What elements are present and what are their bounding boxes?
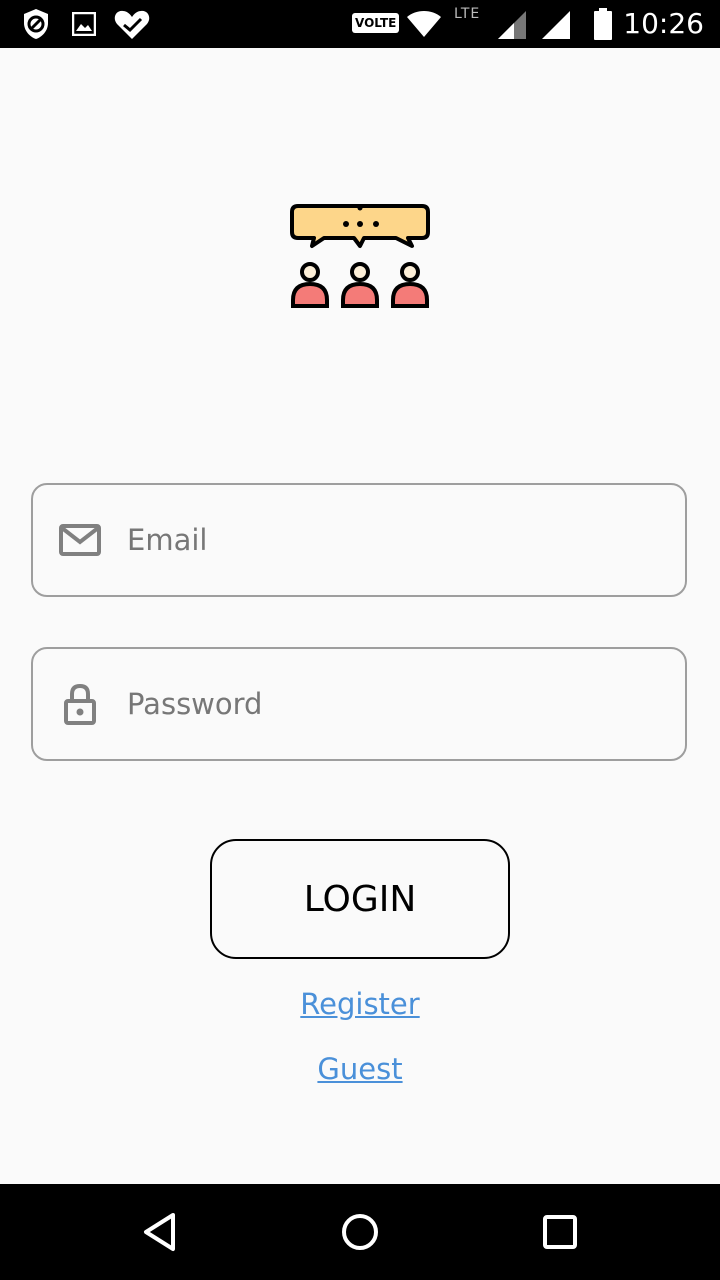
image-icon: [72, 12, 96, 36]
shield-block-icon: [24, 9, 48, 39]
password-field[interactable]: [31, 647, 687, 761]
mail-icon: [59, 524, 101, 556]
signal-full-icon: [542, 11, 570, 39]
register-link[interactable]: Register: [0, 987, 720, 1021]
recents-icon[interactable]: [540, 1212, 580, 1252]
signal-icon: [498, 11, 526, 39]
battery-icon: [594, 8, 612, 40]
status-bar: VOLTE LTE 10:26: [0, 0, 720, 48]
navigation-bar: [0, 1184, 720, 1280]
wifi-icon: [407, 11, 441, 37]
login-button[interactable]: LOGIN: [210, 839, 510, 959]
chat-group-icon: [290, 204, 430, 308]
back-icon[interactable]: [140, 1212, 180, 1252]
email-field[interactable]: [31, 483, 687, 597]
volte-badge: VOLTE: [352, 13, 400, 33]
heart-check-icon: [114, 10, 150, 40]
lte-label: LTE: [454, 6, 481, 22]
email-input[interactable]: [127, 485, 667, 595]
home-icon[interactable]: [340, 1212, 380, 1252]
guest-link[interactable]: Guest: [0, 1052, 720, 1086]
status-time: 10:26: [623, 7, 704, 40]
lock-icon: [64, 683, 96, 725]
password-input[interactable]: [127, 649, 667, 759]
